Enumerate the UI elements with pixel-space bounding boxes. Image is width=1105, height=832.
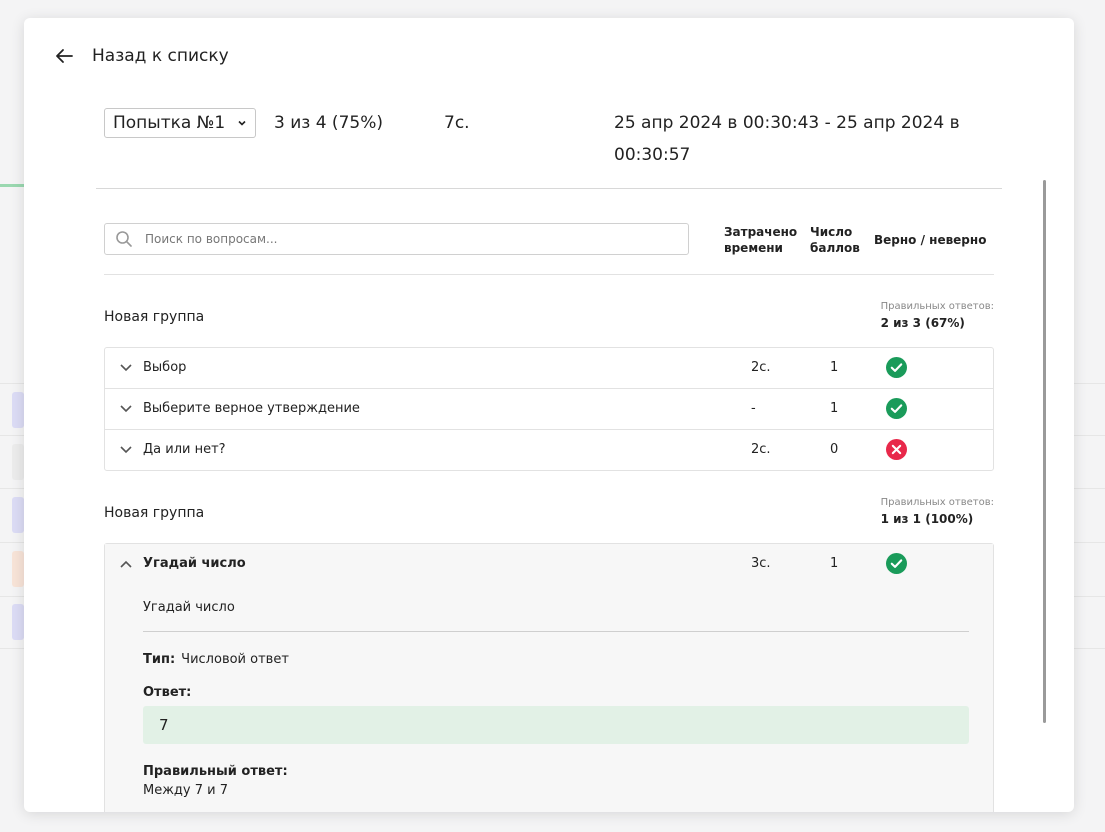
- correct-answer-value: Между 7 и 7: [143, 783, 228, 798]
- scrollbar[interactable]: [1043, 180, 1046, 723]
- question-table: Выбор 2с. 1 Выберите верное утверждение …: [104, 347, 994, 471]
- chevron-down-icon: [120, 364, 132, 372]
- question-time: 2с.: [751, 360, 771, 375]
- question-time: 2с.: [751, 442, 771, 457]
- column-header-result: Верно / неверно: [874, 233, 987, 247]
- search-icon: [116, 231, 132, 247]
- divider: [143, 631, 969, 632]
- chevron-up-icon: [120, 560, 132, 568]
- back-label: Назад к списку: [92, 46, 229, 66]
- search-input[interactable]: [143, 231, 667, 247]
- question-title: Угадай число: [143, 556, 246, 571]
- attempt-details-modal: Назад к списку Попытка №1 3 из 4 (75%) 7…: [24, 18, 1074, 812]
- question-row-expanded[interactable]: Угадай число 3с. 1 Угадай число Тип: Числ…: [105, 544, 993, 812]
- answer-label: Ответ:: [143, 685, 192, 700]
- type-label: Тип:: [143, 652, 176, 667]
- question-type: Тип: Числовой ответ: [143, 652, 969, 667]
- check-circle-icon: [886, 398, 907, 419]
- group-title: Новая группа: [104, 505, 205, 521]
- question-points: 1: [830, 360, 839, 375]
- question-row[interactable]: Выбор 2с. 1: [105, 348, 993, 389]
- group-correct-summary: Правильных ответов: 2 из 3 (67%): [880, 301, 994, 330]
- check-circle-icon: [886, 553, 907, 574]
- question-details: Угадай число Тип: Числовой ответ Ответ: 7…: [143, 600, 969, 798]
- attempt-duration: 7с.: [444, 113, 470, 133]
- back-to-list-button[interactable]: Назад к списку: [54, 46, 229, 66]
- question-points: 1: [830, 401, 839, 416]
- type-value: Числовой ответ: [181, 652, 289, 667]
- question-points: 1: [830, 556, 839, 571]
- chevron-down-icon: [238, 120, 246, 126]
- group-correct-summary: Правильных ответов: 1 из 1 (100%): [880, 497, 994, 526]
- chevron-down-icon: [120, 405, 132, 413]
- attempt-date-range: 25 апр 2024 в 00:30:43 - 25 апр 2024 в 0…: [614, 113, 960, 165]
- check-circle-icon: [886, 357, 907, 378]
- question-row[interactable]: Да или нет? 2с. 0: [105, 430, 993, 470]
- column-header-time: Затрачено времени: [724, 225, 798, 255]
- cross-circle-icon: [886, 439, 907, 460]
- attempt-select[interactable]: Попытка №1: [104, 108, 256, 138]
- divider: [104, 274, 994, 275]
- group-title: Новая группа: [104, 309, 205, 325]
- arrow-left-icon: [56, 49, 73, 63]
- question-title: Выберите верное утверждение: [143, 401, 360, 416]
- question-points: 0: [830, 442, 839, 457]
- column-header-points: Число баллов: [810, 225, 860, 255]
- attempt-summary: Попытка №1 3 из 4 (75%) 7с. 25 апр 2024 …: [104, 108, 1004, 168]
- question-text: Угадай число: [143, 600, 235, 615]
- attempt-select-value: Попытка №1: [113, 113, 226, 133]
- question-row[interactable]: Выберите верное утверждение - 1: [105, 389, 993, 430]
- divider: [96, 188, 1002, 189]
- question-search[interactable]: [104, 223, 689, 255]
- question-time: 3с.: [751, 556, 771, 571]
- attempt-score: 3 из 4 (75%): [274, 113, 383, 133]
- correct-answer-label: Правильный ответ:: [143, 764, 288, 779]
- question-time: -: [751, 401, 756, 416]
- answer-value: 7: [143, 706, 969, 744]
- chevron-down-icon: [120, 446, 132, 454]
- question-title: Выбор: [143, 360, 187, 375]
- question-table: Угадай число 3с. 1 Угадай число Тип: Числ…: [104, 543, 994, 812]
- question-title: Да или нет?: [143, 442, 226, 457]
